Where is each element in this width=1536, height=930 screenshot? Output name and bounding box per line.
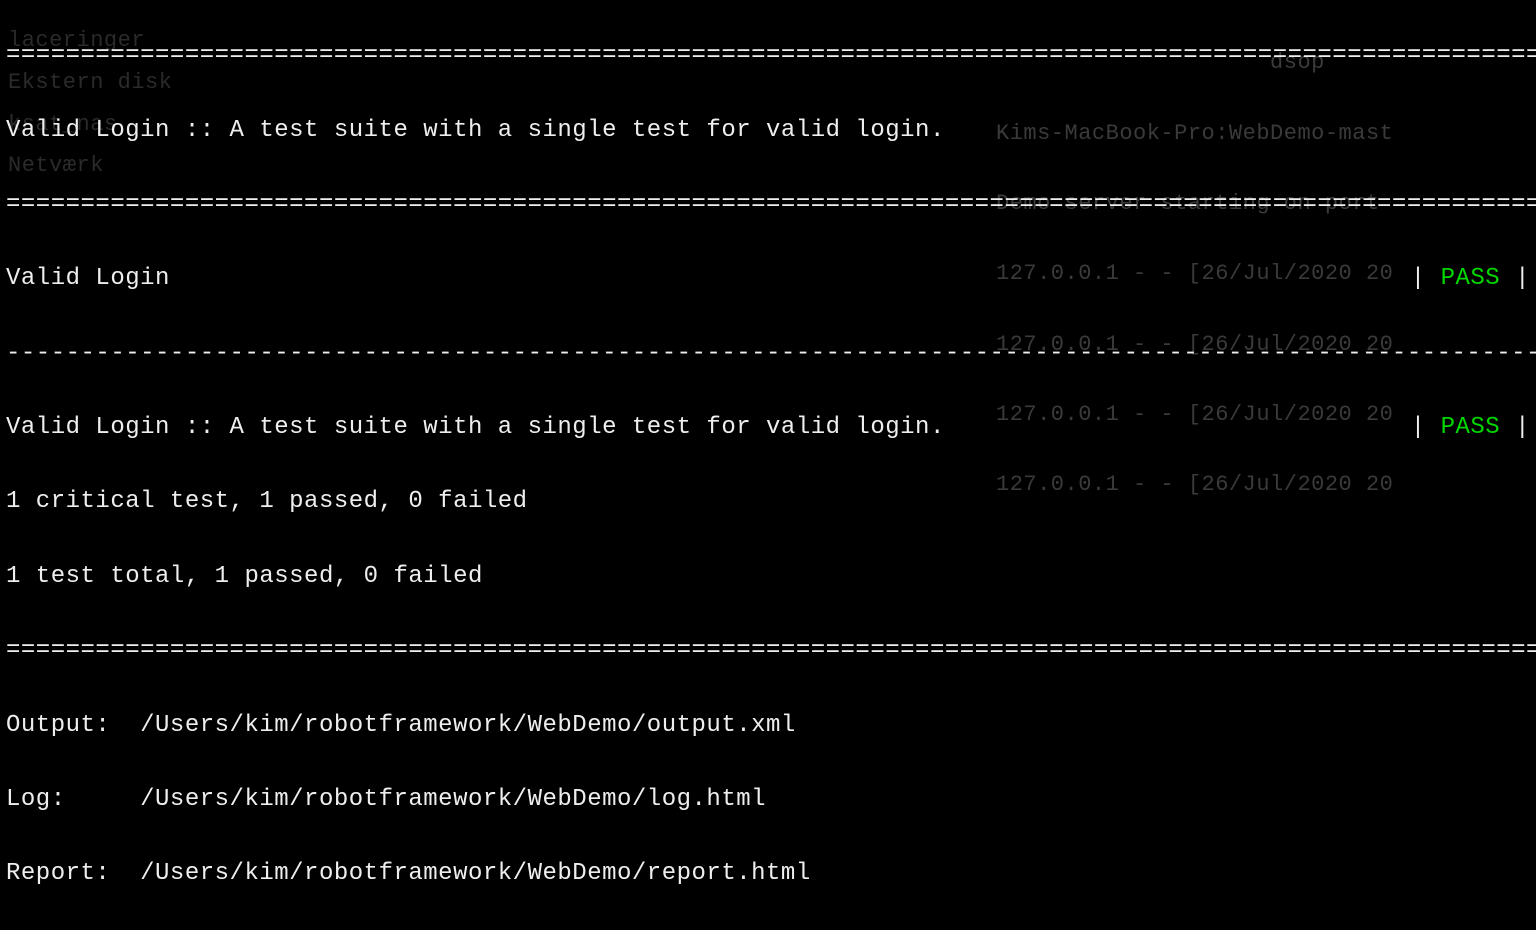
status-pipe: |	[1411, 414, 1426, 441]
test-result-row: Valid Login | PASS |	[6, 260, 1530, 297]
log-path: /Users/kim/robotframework/WebDemo/log.ht…	[140, 786, 766, 813]
stats-total: 1 test total, 1 passed, 0 failed	[6, 558, 1530, 595]
output-file-line: Output: /Users/kim/robotframework/WebDem…	[6, 707, 1530, 744]
status-pass: PASS	[1426, 265, 1515, 292]
status-pass: PASS	[1426, 414, 1515, 441]
suite-result-row: Valid Login :: A test suite with a singl…	[6, 409, 1530, 446]
separator-equals: ========================================…	[6, 186, 1530, 223]
output-label: Output:	[6, 712, 140, 739]
robot-framework-output[interactable]: ========================================…	[0, 0, 1536, 512]
separator-equals: ========================================…	[6, 37, 1530, 74]
status-pipe: |	[1515, 265, 1530, 292]
test-name: Valid Login	[6, 260, 170, 297]
output-path: /Users/kim/robotframework/WebDemo/output…	[140, 712, 796, 739]
report-file-line: Report: /Users/kim/robotframework/WebDem…	[6, 855, 1530, 892]
stats-critical: 1 critical test, 1 passed, 0 failed	[6, 483, 1530, 520]
report-path: /Users/kim/robotframework/WebDemo/report…	[140, 860, 811, 887]
separator-dash: ----------------------------------------…	[6, 335, 1530, 372]
suite-status-block: | PASS |	[1411, 409, 1530, 446]
report-label: Report:	[6, 860, 140, 887]
suite-footer-name: Valid Login :: A test suite with a singl…	[6, 409, 945, 446]
suite-header: Valid Login :: A test suite with a singl…	[6, 112, 1530, 149]
log-label: Log:	[6, 786, 140, 813]
log-file-line: Log: /Users/kim/robotframework/WebDemo/l…	[6, 781, 1530, 818]
separator-equals: ========================================…	[6, 632, 1530, 669]
status-pipe: |	[1411, 265, 1426, 292]
test-status-block: | PASS |	[1411, 260, 1530, 297]
status-pipe: |	[1515, 414, 1530, 441]
